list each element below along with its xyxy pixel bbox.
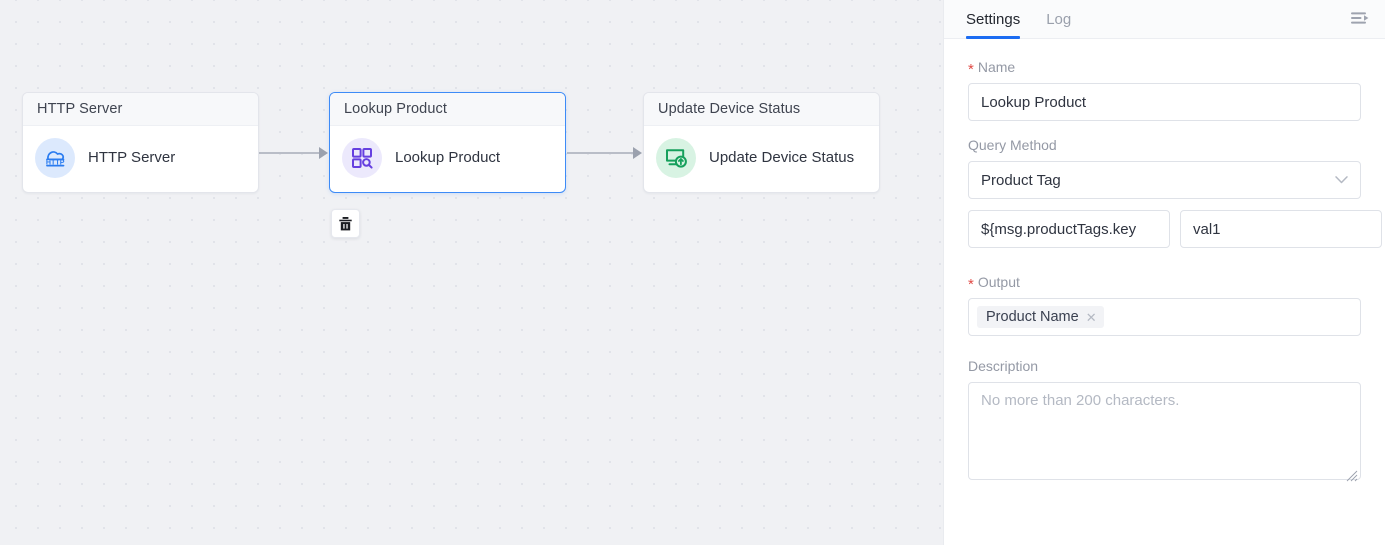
query-key-input[interactable] <box>968 210 1170 248</box>
http-cloud-icon: HTTP <box>35 138 75 178</box>
field-name: * Name <box>968 59 1361 121</box>
description-textarea[interactable] <box>968 382 1361 480</box>
connector-arrowhead <box>633 147 642 159</box>
label-text: Name <box>977 59 1016 75</box>
tab-settings[interactable]: Settings <box>966 0 1021 39</box>
required-marker: * <box>968 60 974 78</box>
label-text: Output <box>977 274 1020 290</box>
chevron-down-icon <box>1335 172 1348 189</box>
grid-search-icon <box>342 138 382 178</box>
collapse-panel-button[interactable] <box>1348 8 1372 30</box>
connector-http-to-lookup <box>259 152 321 154</box>
trash-icon <box>339 216 352 230</box>
node-label: Lookup Product <box>395 149 501 167</box>
query-method-select[interactable]: Product Tag <box>968 161 1361 199</box>
field-output-label: * Output <box>968 274 1361 293</box>
field-description-label: Description <box>968 358 1361 374</box>
workflow-editor: HTTP Server HTTP HTTP Server Lookup Prod… <box>0 0 1385 545</box>
field-query-method: Query Method Product Tag <box>968 137 1382 248</box>
flow-canvas[interactable]: HTTP Server HTTP HTTP Server Lookup Prod… <box>0 0 943 545</box>
query-value-input[interactable] <box>1180 210 1382 248</box>
settings-form: * Name Query Method Product Tag <box>944 39 1385 485</box>
connector-lookup-to-update <box>567 152 635 154</box>
query-key-value-row <box>968 210 1382 248</box>
node-body: Update Device Status <box>644 126 879 192</box>
output-tag: Product Name ✕ <box>977 306 1104 328</box>
node-body: HTTP HTTP Server <box>23 126 258 192</box>
tab-log[interactable]: Log <box>1046 0 1071 39</box>
description-wrapper <box>968 382 1361 485</box>
label-text: Description <box>968 358 1039 374</box>
node-lookup-product[interactable]: Lookup Product Lookup Product <box>329 92 566 193</box>
collapse-panel-icon <box>1351 12 1369 24</box>
panel-tab-bar: Settings Log <box>944 0 1385 39</box>
node-body: Lookup Product <box>330 126 565 192</box>
field-name-label: * Name <box>968 59 1361 78</box>
node-title: HTTP Server <box>23 93 258 126</box>
settings-panel: Settings Log * Name Lookup Product Query… <box>943 0 1385 545</box>
node-label: HTTP Server <box>88 149 176 167</box>
node-http-server[interactable]: HTTP Server HTTP HTTP Server <box>22 92 259 193</box>
output-tag-input[interactable]: Product Name ✕ <box>968 298 1361 336</box>
field-description: Description <box>968 358 1361 485</box>
delete-node-button[interactable] <box>331 209 360 238</box>
node-update-device-status[interactable]: Update Device Status Update Device Statu… <box>643 92 880 193</box>
node-title: Update Device Status <box>644 93 879 126</box>
monitor-upload-icon <box>656 138 696 178</box>
query-method-value: Product Tag <box>981 171 1061 189</box>
svg-text:HTTP: HTTP <box>46 159 65 167</box>
close-icon[interactable]: ✕ <box>1086 311 1097 324</box>
label-text: Query Method <box>968 137 1057 153</box>
name-input[interactable] <box>968 83 1361 121</box>
field-query-method-label: Query Method <box>968 137 1361 153</box>
field-output: * Output Product Name ✕ <box>968 274 1361 336</box>
required-marker: * <box>968 275 974 293</box>
node-label: Update Device Status <box>709 149 855 167</box>
connector-arrowhead <box>319 147 328 159</box>
output-tag-label: Product Name <box>986 309 1079 325</box>
node-title: Lookup Product <box>330 93 565 126</box>
